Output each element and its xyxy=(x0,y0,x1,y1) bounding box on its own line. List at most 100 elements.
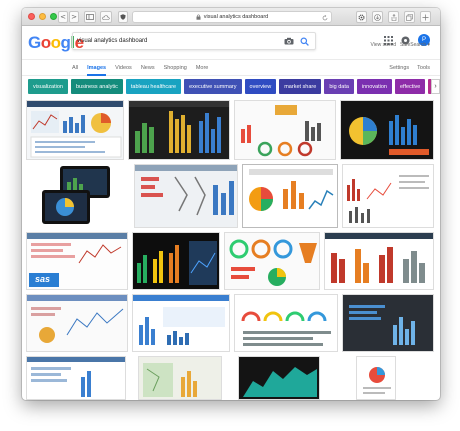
result-thumbnail xyxy=(363,367,391,394)
result-thumbnail xyxy=(241,311,331,346)
search-input[interactable]: visual analytics dashboard xyxy=(77,38,284,44)
image-result[interactable] xyxy=(340,100,434,160)
lock-icon xyxy=(196,14,201,20)
result-thumbnail xyxy=(249,169,334,211)
related-search-chip[interactable]: innovation xyxy=(356,79,392,94)
result-thumbnail xyxy=(42,166,110,224)
tab-more[interactable]: More xyxy=(196,60,209,76)
view-saved-link[interactable]: View saved xyxy=(371,42,396,48)
related-search-chip[interactable]: effective xyxy=(394,79,426,94)
sidebar-button[interactable] xyxy=(84,11,96,23)
sas-logo: sas xyxy=(35,274,51,284)
image-result[interactable] xyxy=(234,294,338,352)
tabs-icon xyxy=(406,13,413,21)
image-result[interactable] xyxy=(132,232,220,290)
tab-news[interactable]: News xyxy=(141,60,155,76)
forward-icon: > xyxy=(71,13,77,21)
settings-icon xyxy=(358,13,365,21)
share-button[interactable] xyxy=(388,11,399,23)
tab-all[interactable]: All xyxy=(72,60,78,76)
nav-right: Settings Tools xyxy=(389,60,430,76)
image-results-grid: sas xyxy=(22,98,440,400)
forward-button[interactable]: > xyxy=(69,11,79,23)
result-thumbnail xyxy=(349,115,429,155)
chevron-right-icon[interactable]: › xyxy=(431,79,440,94)
result-thumbnail xyxy=(241,105,321,157)
related-searches: visualization business analytic tableau he… xyxy=(22,76,440,98)
related-search-chip[interactable]: overview xyxy=(244,79,277,94)
result-thumbnail xyxy=(229,239,317,286)
image-result[interactable] xyxy=(238,356,320,400)
image-result[interactable] xyxy=(356,356,396,400)
result-thumbnail xyxy=(27,101,123,158)
image-result[interactable] xyxy=(342,294,434,352)
result-thumbnail xyxy=(143,363,197,397)
result-thumbnail xyxy=(27,295,127,343)
back-button[interactable]: < xyxy=(58,11,68,23)
image-result[interactable] xyxy=(128,100,230,160)
related-search-chip[interactable]: executive summary xyxy=(184,79,242,94)
related-search-chip[interactable]: market share xyxy=(279,79,322,94)
result-thumbnail xyxy=(27,357,125,397)
tools-link[interactable]: Tools xyxy=(417,60,430,76)
search-nav: All Images Videos News Shopping More Settings… xyxy=(22,60,440,76)
reload-icon[interactable] xyxy=(322,14,328,21)
result-thumbnail xyxy=(135,165,237,216)
result-thumbnail xyxy=(133,295,229,345)
image-result[interactable] xyxy=(40,164,114,228)
image-result[interactable] xyxy=(134,164,238,228)
extension-button[interactable] xyxy=(356,11,367,23)
image-result[interactable] xyxy=(132,294,230,352)
image-result[interactable] xyxy=(234,100,336,160)
minimize-window-button[interactable] xyxy=(39,13,46,20)
tab-images[interactable]: Images xyxy=(87,60,106,76)
download-icon xyxy=(374,13,381,21)
result-thumbnail xyxy=(347,175,429,223)
result-thumbnail xyxy=(129,101,229,153)
result-thumbnail xyxy=(243,367,317,397)
tab-videos[interactable]: Videos xyxy=(115,60,132,76)
close-window-button[interactable] xyxy=(28,13,35,20)
tabs-button[interactable] xyxy=(404,11,415,23)
shield-icon xyxy=(120,14,126,20)
sidebar-icon xyxy=(86,14,94,20)
logo-letter: G xyxy=(28,33,41,52)
image-result[interactable]: sas xyxy=(26,232,128,290)
browser-toolbar: < > visual analytics dashboard xyxy=(22,8,440,26)
safesearch-toggle[interactable]: SafeSearch ▾ xyxy=(400,42,430,48)
url-text: visual analytics dashboard xyxy=(203,14,269,20)
zoom-window-button[interactable] xyxy=(50,13,57,20)
image-result[interactable] xyxy=(138,356,222,400)
cloud-icon xyxy=(102,14,110,20)
related-search-chip[interactable]: business analytic xyxy=(70,79,123,94)
window-controls xyxy=(28,13,57,20)
image-result[interactable] xyxy=(224,232,320,290)
logo-letter: g xyxy=(60,33,71,52)
reader-button[interactable] xyxy=(118,11,128,23)
image-result[interactable] xyxy=(342,164,434,228)
camera-icon[interactable] xyxy=(284,37,294,45)
related-search-chip[interactable]: visualization xyxy=(28,79,68,94)
logo-letter: o xyxy=(50,33,61,52)
downloads-button[interactable] xyxy=(372,11,383,23)
result-thumbnail xyxy=(325,233,433,283)
address-bar[interactable]: visual analytics dashboard xyxy=(132,11,332,23)
image-result[interactable] xyxy=(242,164,338,228)
browser-window: < > visual analytics dashboard Google vi… xyxy=(22,8,440,400)
result-thumbnail xyxy=(137,241,217,285)
related-search-chip[interactable]: big data xyxy=(324,79,354,94)
image-result[interactable] xyxy=(26,294,128,352)
logo-letter: o xyxy=(40,33,51,52)
search-box[interactable]: visual analytics dashboard xyxy=(72,32,316,50)
image-result[interactable] xyxy=(26,356,126,400)
icloud-button[interactable] xyxy=(100,11,112,23)
image-result[interactable] xyxy=(324,232,434,290)
plus-icon xyxy=(422,14,429,20)
related-search-chip[interactable]: tableau healthcare xyxy=(125,79,182,94)
image-result[interactable] xyxy=(26,100,124,160)
result-thumbnail xyxy=(349,305,415,345)
tab-shopping[interactable]: Shopping xyxy=(164,60,187,76)
settings-link[interactable]: Settings xyxy=(389,60,409,76)
search-icon[interactable] xyxy=(300,36,309,46)
new-tab-button[interactable] xyxy=(420,11,431,23)
